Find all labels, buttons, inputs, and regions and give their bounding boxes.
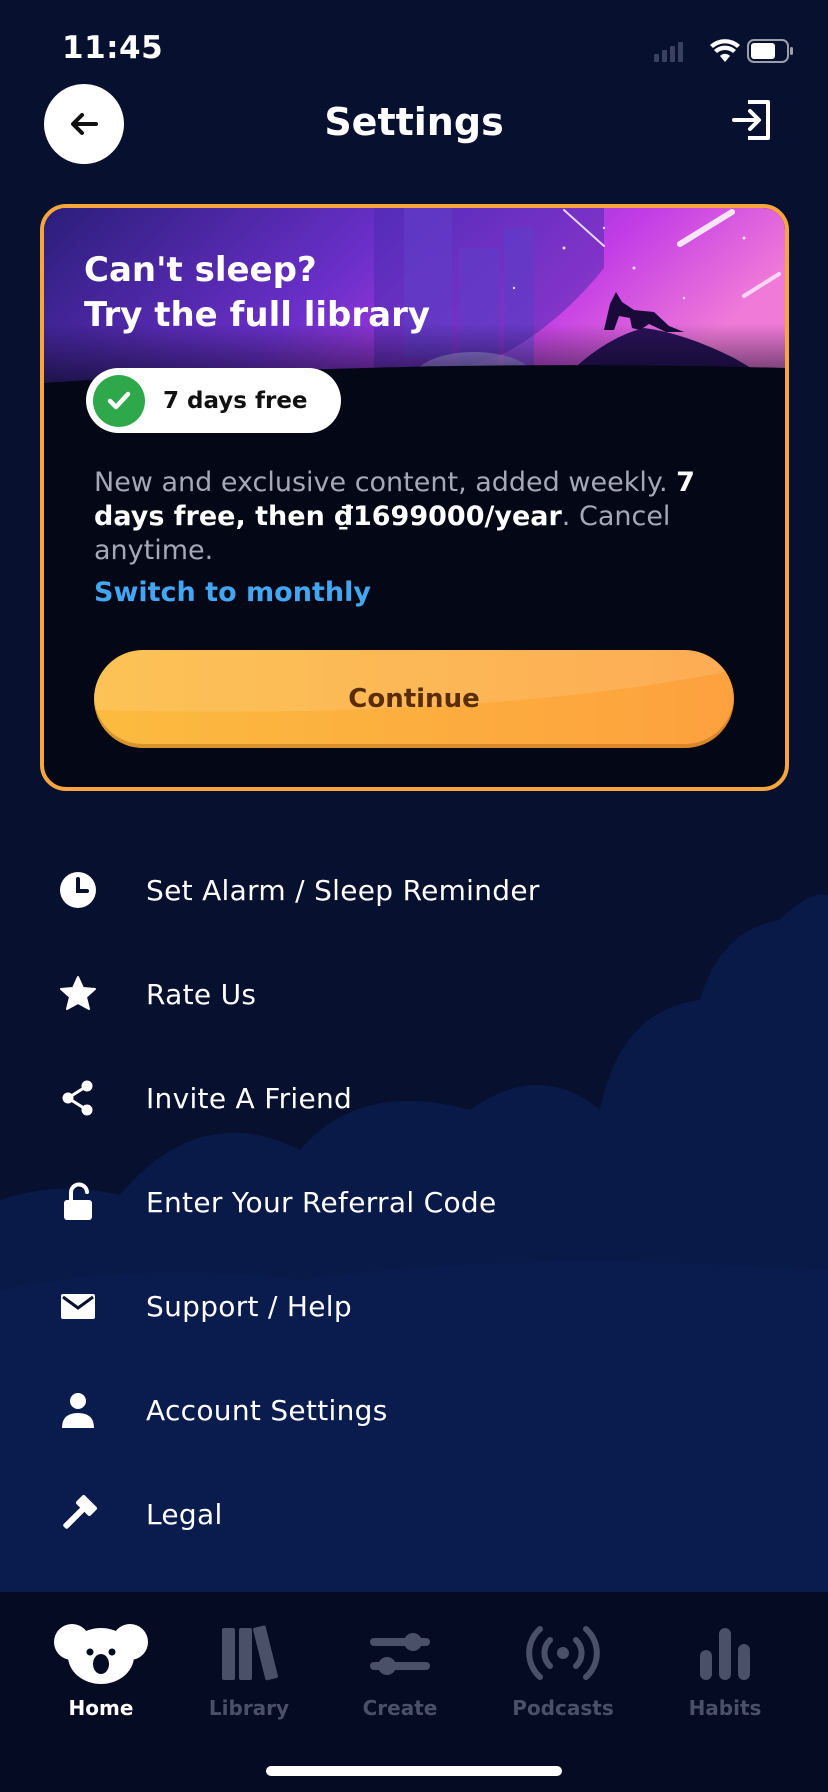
- settings-item-support[interactable]: Support / Help: [0, 1266, 828, 1346]
- tab-bar: Home Library Create Podcasts Habits: [0, 1592, 828, 1792]
- switch-to-monthly-link[interactable]: Switch to monthly: [94, 577, 371, 608]
- tab-label: Create: [362, 1696, 438, 1720]
- settings-item-label: Rate Us: [146, 977, 257, 1011]
- unlock-icon: [64, 1182, 92, 1220]
- tab-label: Habits: [688, 1696, 762, 1720]
- signal-icon: [654, 42, 683, 62]
- settings-item-alarm[interactable]: Set Alarm / Sleep Reminder: [0, 850, 828, 930]
- tab-podcasts[interactable]: Podcasts: [488, 1592, 638, 1732]
- gavel-icon: [63, 1495, 97, 1529]
- continue-label: Continue: [348, 684, 480, 714]
- person-icon: [62, 1393, 94, 1428]
- settings-item-label: Invite A Friend: [146, 1081, 353, 1115]
- sliders-icon: [370, 1633, 430, 1675]
- koala-icon: [54, 1624, 148, 1684]
- battery-icon: [747, 39, 793, 63]
- settings-item-rate-us[interactable]: Rate Us: [0, 954, 828, 1034]
- settings-screen: 11:45 Settings Can't sleep? Try the full…: [0, 0, 828, 1792]
- settings-item-label: Set Alarm / Sleep Reminder: [146, 873, 540, 907]
- wifi-icon: [710, 39, 740, 62]
- clock-icon: [60, 872, 96, 908]
- promo-description: New and exclusive content, added weekly.…: [94, 466, 744, 568]
- settings-item-label: Account Settings: [146, 1393, 388, 1427]
- settings-item-invite[interactable]: Invite A Friend: [0, 1058, 828, 1138]
- settings-item-label: Support / Help: [146, 1289, 352, 1323]
- tab-create[interactable]: Create: [325, 1592, 475, 1732]
- check-icon: [93, 374, 145, 427]
- status-time: 11:45: [62, 30, 164, 66]
- settings-item-account[interactable]: Account Settings: [0, 1370, 828, 1450]
- promo-description-lead: New and exclusive content, added weekly.: [94, 467, 668, 498]
- star-icon: [60, 976, 96, 1010]
- tab-home[interactable]: Home: [26, 1592, 176, 1732]
- continue-button[interactable]: Continue: [94, 650, 734, 748]
- page-title: Settings: [324, 100, 504, 144]
- home-indicator[interactable]: [266, 1766, 562, 1776]
- subscription-promo-card: Can't sleep? Try the full library 7 days…: [40, 204, 789, 791]
- tab-label: Library: [208, 1696, 290, 1720]
- mail-icon: [61, 1294, 95, 1319]
- promo-title: Can't sleep? Try the full library: [84, 248, 430, 338]
- status-icons: [654, 39, 793, 63]
- broadcast-icon: [526, 1626, 600, 1680]
- bar-chart-icon: [700, 1628, 750, 1680]
- tab-label: Home: [68, 1696, 134, 1720]
- status-bar: 11:45: [0, 0, 828, 100]
- share-icon: [62, 1080, 93, 1116]
- settings-item-label: Legal: [146, 1497, 223, 1531]
- settings-item-legal[interactable]: Legal: [0, 1474, 828, 1554]
- settings-item-referral[interactable]: Enter Your Referral Code: [0, 1162, 828, 1242]
- tab-label: Podcasts: [512, 1696, 614, 1720]
- books-icon: [222, 1625, 278, 1681]
- tab-habits[interactable]: Habits: [650, 1592, 800, 1732]
- promo-title-line2: Try the full library: [84, 295, 431, 335]
- trial-badge: 7 days free: [86, 368, 341, 433]
- trial-badge-label: 7 days free: [163, 387, 308, 414]
- tab-library[interactable]: Library: [174, 1592, 324, 1732]
- promo-title-line1: Can't sleep?: [84, 250, 317, 290]
- sign-in-icon[interactable]: [730, 98, 774, 142]
- settings-item-label: Enter Your Referral Code: [146, 1185, 497, 1219]
